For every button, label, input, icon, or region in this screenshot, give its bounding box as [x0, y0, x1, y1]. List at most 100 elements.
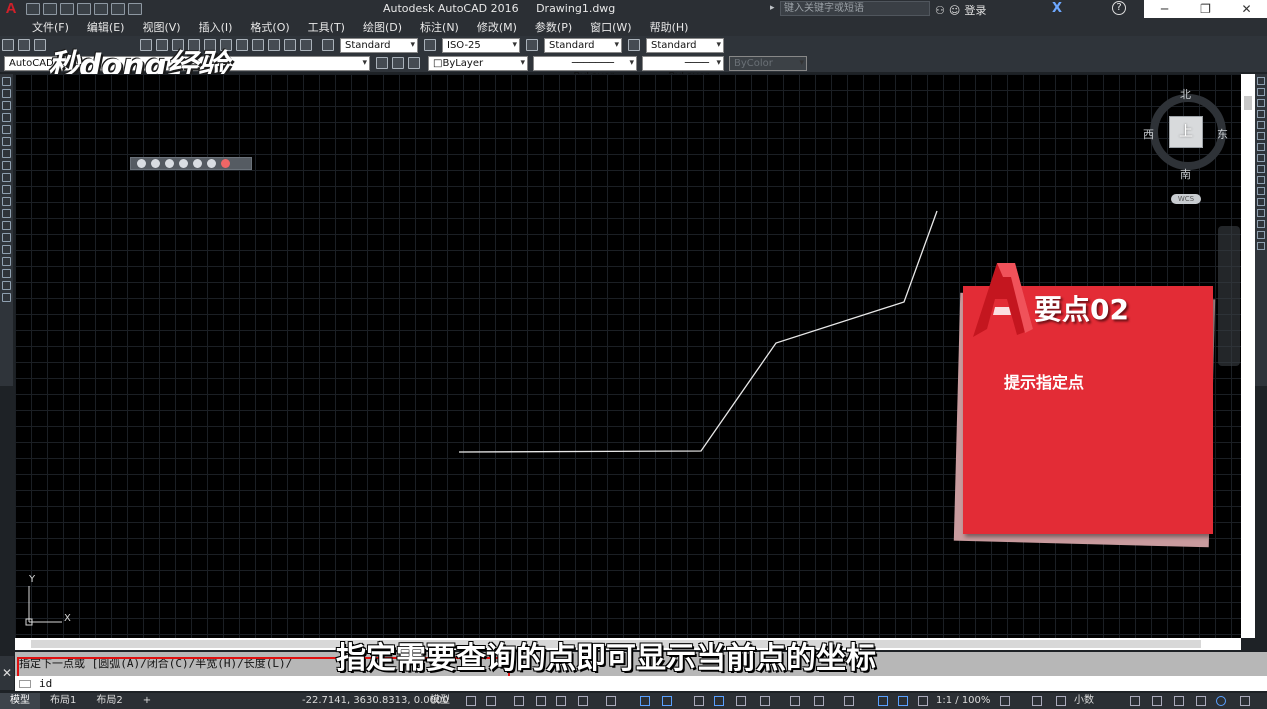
quick-properties-icon[interactable] — [1130, 696, 1140, 706]
lineweight-icon[interactable] — [694, 696, 704, 706]
array-icon[interactable] — [1257, 121, 1265, 129]
gizmo-icon[interactable] — [844, 696, 854, 706]
view-left-icon[interactable] — [165, 159, 174, 168]
login-label[interactable]: 登录 — [964, 2, 986, 18]
view-top-icon[interactable] — [137, 159, 146, 168]
3d-osnap-icon[interactable] — [760, 696, 770, 706]
tool-palettes-icon[interactable] — [236, 39, 248, 51]
lock-ui-icon[interactable] — [1152, 696, 1162, 706]
transparency-icon[interactable] — [714, 696, 724, 706]
sheet-set-icon[interactable] — [252, 39, 264, 51]
login-area[interactable]: ⚇ ☺ 登录 — [935, 2, 986, 18]
construction-line-icon[interactable] — [2, 89, 11, 98]
menu-help[interactable]: 帮助(H) — [650, 19, 698, 35]
menu-insert[interactable]: 插入(I) — [199, 19, 242, 35]
circle-icon[interactable] — [2, 149, 11, 158]
units-icon[interactable] — [1056, 696, 1066, 706]
command-prompt-icon[interactable] — [19, 680, 31, 688]
view-back-icon[interactable] — [207, 159, 216, 168]
plot-icon[interactable] — [94, 3, 108, 15]
compass-west[interactable]: 西 — [1143, 126, 1154, 142]
dynamic-input-icon[interactable] — [536, 696, 546, 706]
units-value[interactable]: 小数 — [1074, 693, 1094, 709]
explode-icon[interactable] — [1257, 242, 1265, 250]
revision-cloud-icon[interactable] — [2, 161, 11, 170]
spline-icon[interactable] — [2, 173, 11, 182]
save-icon[interactable] — [60, 3, 74, 15]
polyline-icon[interactable] — [2, 101, 11, 110]
vertical-scrollbar[interactable] — [1241, 74, 1255, 638]
infer-constraints-icon[interactable] — [514, 696, 524, 706]
join-icon[interactable] — [1257, 209, 1265, 217]
new-file-icon[interactable] — [26, 3, 40, 15]
wcs-menu[interactable]: WCS — [1171, 194, 1201, 204]
save-icon[interactable] — [34, 39, 46, 51]
save-as-icon[interactable] — [77, 3, 91, 15]
linetype-select[interactable]: ─────── ByLayer — [533, 55, 637, 82]
view-bottom-icon[interactable] — [151, 159, 160, 168]
lineweight-select[interactable]: ──── ByLayer — [642, 55, 724, 82]
table-style-select[interactable]: Standard — [544, 37, 622, 53]
model-space-toggle[interactable]: 模型 — [430, 693, 450, 709]
search-expand-icon[interactable]: ▸ — [770, 3, 775, 13]
view-right-icon[interactable] — [179, 159, 188, 168]
command-line-close-icon[interactable]: ✕ — [0, 656, 14, 690]
isolate-objects-icon[interactable] — [1174, 696, 1184, 706]
gradient-icon[interactable] — [2, 257, 11, 266]
menu-window[interactable]: 窗口(W) — [590, 19, 640, 35]
color-select[interactable]: □ByLayer — [428, 55, 528, 71]
maximize-button[interactable]: ❐ — [1185, 0, 1226, 18]
clean-screen-icon[interactable] — [1216, 696, 1226, 706]
auto-scale-icon[interactable] — [898, 696, 908, 706]
minimize-button[interactable]: ─ — [1144, 0, 1185, 18]
command-input[interactable]: id — [15, 676, 1267, 691]
menu-view[interactable]: 视图(V) — [142, 19, 189, 35]
vertical-scroll-thumb[interactable] — [1244, 96, 1252, 110]
annotation-visibility-icon[interactable] — [878, 696, 888, 706]
insert-block-icon[interactable] — [2, 209, 11, 218]
close-button[interactable]: ✕ — [1226, 0, 1267, 18]
layer-current-icon[interactable] — [376, 57, 388, 69]
workspace-switch-icon[interactable] — [1000, 696, 1010, 706]
fillet-icon[interactable] — [1257, 231, 1265, 239]
customization-icon[interactable] — [1240, 696, 1250, 706]
dim-style-icon[interactable] — [424, 39, 436, 51]
menu-modify[interactable]: 修改(M) — [477, 19, 526, 35]
isodraft-icon[interactable] — [606, 696, 616, 706]
make-block-icon[interactable] — [2, 221, 11, 230]
grid-icon[interactable] — [466, 696, 476, 706]
tab-layout1[interactable]: 布局1 — [40, 693, 86, 709]
ellipse-icon[interactable] — [2, 185, 11, 194]
region-icon[interactable] — [2, 269, 11, 278]
plot-style-select[interactable]: ByColor — [729, 55, 807, 71]
object-snap-tracking-icon[interactable] — [640, 696, 650, 706]
menu-draw[interactable]: 绘图(D) — [363, 19, 411, 35]
layer-states-icon[interactable] — [408, 57, 420, 69]
compass-south[interactable]: 南 — [1180, 166, 1191, 182]
viewcube-top-face[interactable]: 上 — [1169, 116, 1203, 148]
undo-icon[interactable] — [111, 3, 125, 15]
new-icon[interactable] — [2, 39, 14, 51]
selection-cycling-icon[interactable] — [736, 696, 746, 706]
binoculars-icon[interactable]: ⚇ — [935, 4, 945, 17]
arc-icon[interactable] — [2, 137, 11, 146]
hardware-acceleration-icon[interactable] — [1196, 696, 1206, 706]
tab-layout2[interactable]: 布局2 — [86, 693, 132, 709]
trim-icon[interactable] — [1257, 176, 1265, 184]
menu-tools[interactable]: 工具(T) — [308, 19, 354, 35]
scale-icon[interactable] — [1257, 154, 1265, 162]
table-style-icon[interactable] — [526, 39, 538, 51]
object-snap-icon[interactable] — [662, 696, 672, 706]
view-iso-icon[interactable] — [221, 159, 230, 168]
rectangle-icon[interactable] — [2, 125, 11, 134]
redo-icon[interactable] — [128, 3, 142, 15]
exchange-apps-icon[interactable]: X — [1052, 1, 1062, 16]
drawn-polyline[interactable] — [458, 210, 938, 453]
point-icon[interactable] — [2, 233, 11, 242]
break-icon[interactable] — [1257, 198, 1265, 206]
table-icon[interactable] — [2, 281, 11, 290]
text-style-icon[interactable] — [322, 39, 334, 51]
mirror-icon[interactable] — [1257, 99, 1265, 107]
menu-dimension[interactable]: 标注(N) — [420, 19, 468, 35]
ortho-icon[interactable] — [556, 696, 566, 706]
